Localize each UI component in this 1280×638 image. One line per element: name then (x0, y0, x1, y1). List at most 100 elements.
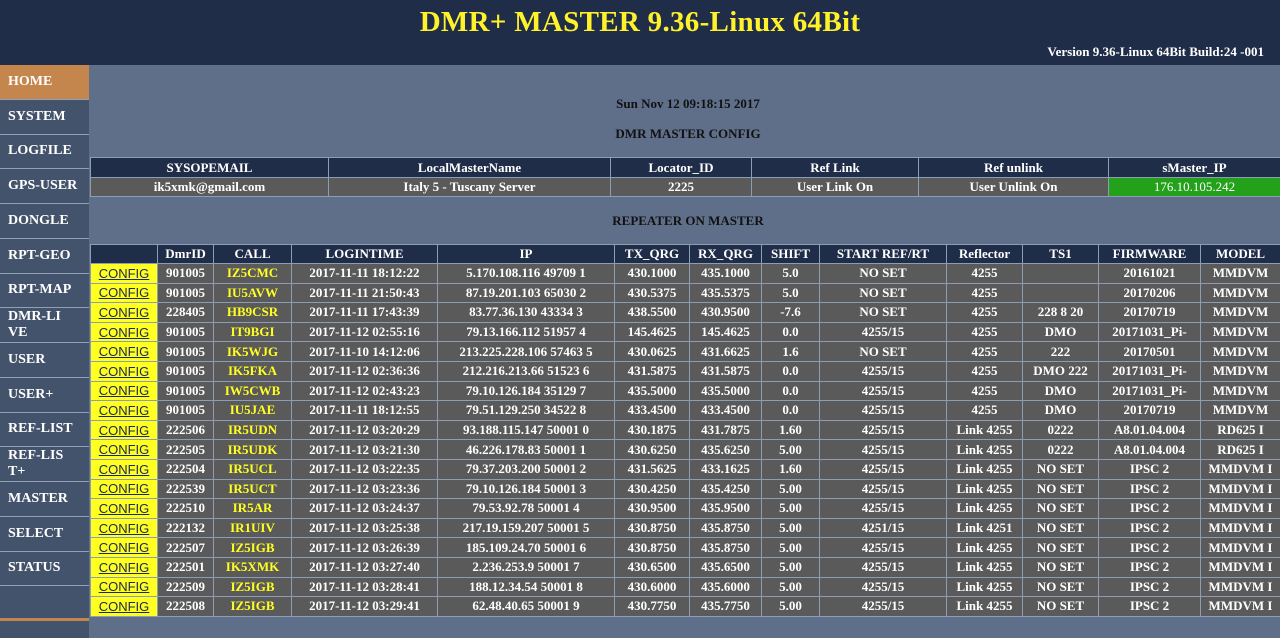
nav-item-select[interactable]: SELECT (0, 517, 89, 552)
callsign-cell: IU5JAE (213, 400, 292, 421)
repeater-cell: NO SET (1022, 478, 1099, 500)
repeater-cell: 901005 (157, 360, 214, 382)
repeater-cell: 5.00 (761, 439, 820, 460)
config-link[interactable]: CONFIG (90, 537, 158, 558)
nav-item-dmr-live[interactable]: DMR-LIVE (0, 308, 89, 343)
repeater-cell: DMO (1022, 321, 1099, 343)
callsign-cell: IK5XMK (213, 556, 292, 578)
repeater-cell: 93.188.115.147 50001 0 (437, 419, 615, 441)
repeater-cell: MMDVM I (1200, 596, 1280, 617)
config-link[interactable]: CONFIG (90, 439, 158, 460)
callsign-cell: IR5AR (213, 498, 292, 519)
repeater-header-cell: START REF/RT (819, 244, 947, 264)
repeater-cell: 1.60 (761, 419, 820, 441)
nav-item-home[interactable]: HOME (0, 65, 89, 100)
repeater-cell: 228405 (157, 302, 214, 323)
repeater-cell: 20170719 (1098, 302, 1201, 323)
repeater-cell: A8.01.04.004 (1098, 439, 1201, 460)
repeater-cell: 901005 (157, 341, 214, 362)
main-content: Sun Nov 12 09:18:15 2017 DMR MASTER CONF… (90, 65, 1280, 638)
repeater-cell: 4251/15 (819, 517, 947, 539)
repeater-cell: 438.5500 (614, 302, 690, 323)
nav-item-master[interactable]: MASTER (0, 482, 89, 517)
repeater-cell: 435.5375 (689, 282, 762, 304)
repeater-header-cell: TX_QRG (614, 244, 690, 264)
repeater-cell: 5.00 (761, 537, 820, 558)
repeater-cell: 435.8750 (689, 537, 762, 558)
repeater-cell: 222539 (157, 478, 214, 500)
repeater-cell: -7.6 (761, 302, 820, 323)
config-link[interactable]: CONFIG (90, 263, 158, 284)
repeater-cell: 430.6250 (614, 439, 690, 460)
repeater-cell: 2017-11-12 03:23:36 (291, 478, 438, 500)
repeater-header-cell: IP (437, 244, 615, 264)
config-link[interactable]: CONFIG (90, 498, 158, 519)
config-link[interactable]: CONFIG (90, 576, 158, 598)
table-row: CONFIG 901005 IZ5CMC 2017-11-11 18:12:22 5.1… (90, 263, 1280, 284)
config-header-cell: Locator_ID (610, 157, 752, 178)
nav-item-status[interactable]: STATUS (0, 552, 89, 587)
nav-item-user[interactable]: USER+ (0, 378, 89, 413)
nav-item-system[interactable]: SYSTEM (0, 100, 89, 135)
version-label: Version 9.36-Linux 64Bit Build:24 -001 (1047, 44, 1264, 59)
repeater-cell: 222508 (157, 596, 214, 617)
repeater-cell: 222510 (157, 498, 214, 519)
config-link[interactable]: CONFIG (90, 478, 158, 500)
repeater-cell: 0.0 (761, 321, 820, 343)
repeater-cell: 79.53.92.78 50001 4 (437, 498, 615, 519)
config-link[interactable]: CONFIG (90, 458, 158, 480)
nav-item-user[interactable]: USER (0, 343, 89, 378)
config-link[interactable]: CONFIG (90, 400, 158, 421)
repeater-cell: 0222 (1022, 419, 1099, 441)
config-link[interactable]: CONFIG (90, 556, 158, 578)
repeater-cell: Link 4255 (946, 439, 1023, 460)
repeater-cell: MMDVM (1200, 360, 1280, 382)
nav-item-gps-user[interactable]: GPS-USER (0, 169, 89, 204)
config-section-title: DMR MASTER CONFIG (615, 126, 761, 141)
repeater-cell: MMDVM I (1200, 576, 1280, 598)
nav-item-rpt-geo[interactable]: RPT-GEO (0, 239, 89, 274)
master-config-table: SYSOPEMAIL LocalMasterName Locator_ID Ref L… (90, 157, 1280, 197)
table-row: CONFIG 228405 HB9CSR 2017-11-11 17:43:39 83.… (90, 302, 1280, 323)
nav-item-ref-list[interactable]: REF-LIST+ (0, 447, 89, 482)
repeater-cell: 20170719 (1098, 400, 1201, 421)
config-link[interactable]: CONFIG (90, 360, 158, 382)
repeater-cell: NO SET (1022, 517, 1099, 539)
repeater-cell: MMDVM I (1200, 556, 1280, 578)
repeater-cell: 430.1875 (614, 419, 690, 441)
config-link[interactable]: CONFIG (90, 419, 158, 441)
config-value-cell: Italy 5 - Tuscany Server (328, 177, 611, 197)
repeater-cell: 901005 (157, 380, 214, 402)
table-row: CONFIG 901005 IU5AVW 2017-11-11 21:50:43 87.… (90, 282, 1280, 304)
config-link[interactable]: CONFIG (90, 517, 158, 539)
nav-item-ref-list[interactable]: REF-LIST (0, 413, 89, 448)
repeater-cell: 4255/15 (819, 596, 947, 617)
config-link[interactable]: CONFIG (90, 282, 158, 304)
table-row: CONFIG 222132 IR1UIV 2017-11-12 03:25:38 217… (90, 517, 1280, 539)
nav-item-logfile[interactable]: LOGFILE (0, 135, 89, 170)
repeater-cell: 4255 (946, 282, 1023, 304)
repeater-cell (1022, 263, 1099, 284)
repeater-cell: 5.00 (761, 478, 820, 500)
nav-item-rpt-map[interactable]: RPT-MAP (0, 274, 89, 309)
config-header-cell: LocalMasterName (328, 157, 611, 178)
repeater-cell: 901005 (157, 263, 214, 284)
repeater-cell: IPSC 2 (1098, 498, 1201, 519)
repeater-cell: 4255/15 (819, 419, 947, 441)
config-link[interactable]: CONFIG (90, 302, 158, 323)
repeater-cell: 4255 (946, 380, 1023, 402)
config-link[interactable]: CONFIG (90, 321, 158, 343)
nav-item-dongle[interactable]: DONGLE (0, 204, 89, 239)
config-link[interactable]: CONFIG (90, 380, 158, 402)
repeater-cell: 2017-11-12 03:28:41 (291, 576, 438, 598)
app-title: DMR+ MASTER 9.36-Linux 64Bit (419, 6, 861, 38)
config-link[interactable]: CONFIG (90, 341, 158, 362)
repeater-cell: 431.7875 (689, 419, 762, 441)
table-row: CONFIG 222504 IR5UCL 2017-11-12 03:22:35 79.… (90, 458, 1280, 480)
repeater-cell: 2017-11-12 03:21:30 (291, 439, 438, 460)
callsign-cell: IK5FKA (213, 360, 292, 382)
repeater-cell: 4255 (946, 400, 1023, 421)
current-datetime: Sun Nov 12 09:18:15 2017 (616, 96, 760, 111)
config-link[interactable]: CONFIG (90, 596, 158, 617)
repeater-cell: 222506 (157, 419, 214, 441)
